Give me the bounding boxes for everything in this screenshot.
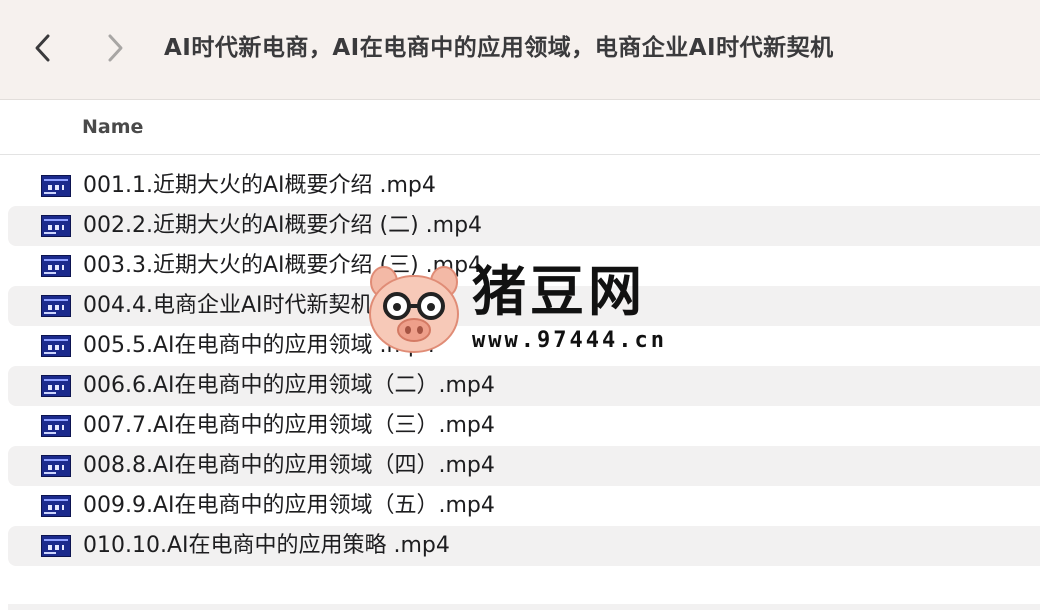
file-name: 003.3.近期大火的AI概要介绍 (三) .mp4 — [83, 253, 483, 278]
file-row[interactable]: 010.10.AI在电商中的应用策略 .mp4 — [8, 526, 1040, 566]
file-row[interactable]: 009.9.AI在电商中的应用领域（五）.mp4 — [8, 486, 1040, 526]
chevron-left-icon — [35, 34, 50, 62]
window-title: AI时代新电商，AI在电商中的应用领域，电商企业AI时代新契机 — [164, 35, 834, 61]
list-header: Name — [0, 100, 1040, 155]
empty-row — [8, 604, 1040, 610]
file-name: 010.10.AI在电商中的应用策略 .mp4 — [83, 533, 450, 558]
video-thumbnail-icon — [41, 175, 71, 197]
back-button[interactable] — [28, 28, 58, 68]
file-name: 005.5.AI在电商中的应用领域 .mp4 — [83, 333, 436, 358]
file-row[interactable]: 005.5.AI在电商中的应用领域 .mp4 — [8, 326, 1040, 366]
video-thumbnail-icon — [41, 295, 71, 317]
file-list: 001.1.近期大火的AI概要介绍 .mp4 002.2.近期大火的AI概要介绍… — [0, 166, 1040, 566]
file-row[interactable]: 007.7.AI在电商中的应用领域（三）.mp4 — [8, 406, 1040, 446]
window-toolbar: AI时代新电商，AI在电商中的应用领域，电商企业AI时代新契机 — [0, 0, 1040, 100]
file-row[interactable]: 006.6.AI在电商中的应用领域（二）.mp4 — [8, 366, 1040, 406]
file-name: 009.9.AI在电商中的应用领域（五）.mp4 — [83, 493, 495, 518]
finder-window: AI时代新电商，AI在电商中的应用领域，电商企业AI时代新契机 Name 001… — [0, 0, 1040, 610]
video-thumbnail-icon — [41, 335, 71, 357]
file-name: 006.6.AI在电商中的应用领域（二）.mp4 — [83, 373, 495, 398]
forward-button[interactable] — [100, 28, 130, 68]
file-name: 008.8.AI在电商中的应用领域（四）.mp4 — [83, 453, 495, 478]
file-name: 001.1.近期大火的AI概要介绍 .mp4 — [83, 173, 436, 198]
video-thumbnail-icon — [41, 415, 71, 437]
file-row[interactable]: 004.4.电商企业AI时代新契机 .mp4 — [8, 286, 1040, 326]
file-name: 004.4.电商企业AI时代新契机 .mp4 — [83, 293, 436, 318]
video-thumbnail-icon — [41, 535, 71, 557]
chevron-right-icon — [108, 34, 123, 62]
video-thumbnail-icon — [41, 375, 71, 397]
file-row[interactable]: 001.1.近期大火的AI概要介绍 .mp4 — [8, 166, 1040, 206]
video-thumbnail-icon — [41, 255, 71, 277]
file-row[interactable]: 002.2.近期大火的AI概要介绍 (二) .mp4 — [8, 206, 1040, 246]
file-name: 002.2.近期大火的AI概要介绍 (二) .mp4 — [83, 213, 483, 238]
name-column-header[interactable]: Name — [82, 100, 143, 154]
video-thumbnail-icon — [41, 495, 71, 517]
file-row[interactable]: 003.3.近期大火的AI概要介绍 (三) .mp4 — [8, 246, 1040, 286]
video-thumbnail-icon — [41, 215, 71, 237]
file-row[interactable]: 008.8.AI在电商中的应用领域（四）.mp4 — [8, 446, 1040, 486]
file-name: 007.7.AI在电商中的应用领域（三）.mp4 — [83, 413, 495, 438]
video-thumbnail-icon — [41, 455, 71, 477]
